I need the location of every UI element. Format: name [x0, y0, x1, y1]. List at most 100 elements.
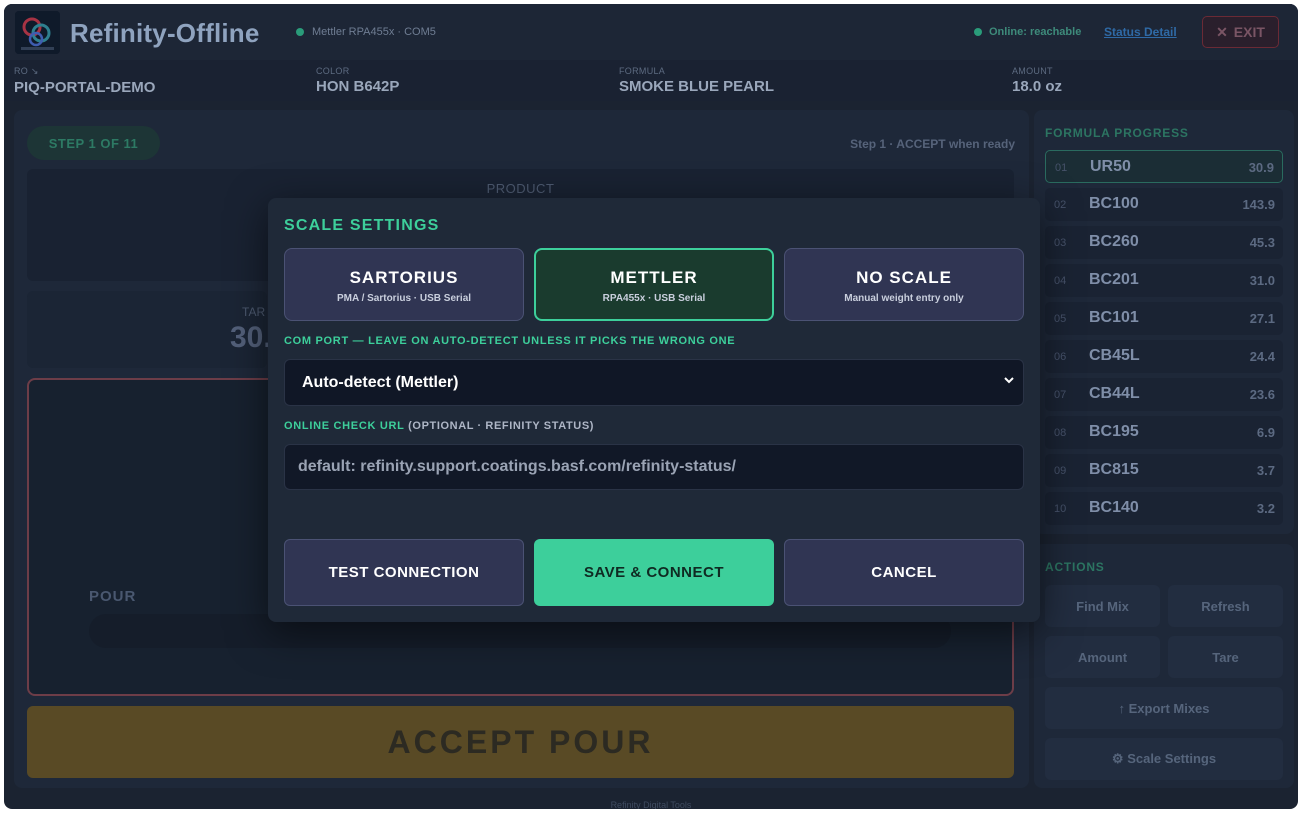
- footer-text: Refinity Digital Tools: [610, 800, 692, 809]
- formula-item[interactable]: 09 BC815 3.7: [1045, 454, 1283, 487]
- scale-option-no-scale[interactable]: NO SCALE Manual weight entry only: [784, 248, 1024, 321]
- target-value: 30.: [230, 321, 272, 354]
- formula-item-amount: 24.4: [1249, 349, 1275, 364]
- formula-item-amount: 45.3: [1249, 235, 1275, 250]
- info-amount-value: 18.0 oz: [1012, 78, 1063, 95]
- formula-item-code: BC260: [1089, 233, 1139, 250]
- formula-item-number: 03: [1054, 237, 1067, 249]
- online-check-url-optional-text: (OPTIONAL · REFINITY STATUS): [408, 420, 595, 432]
- info-color-value: HON B642P: [316, 78, 400, 95]
- target-card: TAR 30.: [27, 291, 272, 368]
- formula-item-amount: 27.1: [1249, 311, 1275, 326]
- formula-item[interactable]: 08 BC195 6.9: [1045, 416, 1283, 449]
- top-bar: Refinity-Offline Mettler RPA455x · COM5 …: [4, 4, 1298, 60]
- info-amount-label: AMOUNT: [1012, 66, 1053, 76]
- device-label: Mettler RPA455x · COM5: [312, 26, 436, 38]
- formula-item-number: 08: [1054, 427, 1067, 439]
- formula-item-number: 09: [1054, 465, 1067, 477]
- find-mix-button[interactable]: Find Mix: [1045, 585, 1160, 627]
- formula-item[interactable]: 06 CB45L 24.4: [1045, 340, 1283, 373]
- scale-option-subtitle: PMA / Sartorius · USB Serial: [336, 293, 472, 304]
- formula-item[interactable]: 07 CB44L 23.6: [1045, 378, 1283, 411]
- formula-item-code: BC195: [1089, 423, 1139, 440]
- scale-option-subtitle: RPA455x · USB Serial: [602, 293, 706, 304]
- formula-item-number: 05: [1054, 313, 1067, 325]
- cancel-button[interactable]: CANCEL: [784, 539, 1024, 606]
- info-ro-label: RO ↘: [14, 66, 39, 76]
- formula-item[interactable]: 10 BC140 3.2: [1045, 492, 1283, 525]
- target-label: TAR: [242, 305, 266, 319]
- formula-item-code: CB44L: [1089, 385, 1140, 402]
- info-formula: FORMULA SMOKE BLUE PEARL: [619, 66, 774, 95]
- status-detail-link[interactable]: Status Detail: [1104, 25, 1177, 39]
- scale-settings-button[interactable]: ⚙ Scale Settings: [1045, 738, 1283, 780]
- formula-item-amount: 31.0: [1249, 273, 1275, 288]
- formula-item-number: 10: [1054, 503, 1067, 515]
- formula-item-amount: 30.9: [1248, 160, 1274, 175]
- device-status-dot-icon: [296, 28, 304, 36]
- scale-option-name: METTLER: [610, 268, 698, 287]
- info-ro: RO ↘ PIQ-PORTAL-DEMO: [14, 66, 155, 96]
- formula-item-amount: 3.2: [1256, 501, 1275, 516]
- job-info-bar: RO ↘ PIQ-PORTAL-DEMO COLOR HON B642P FOR…: [4, 60, 1298, 101]
- formula-item-amount: 3.7: [1256, 463, 1275, 478]
- formula-item-number: 06: [1054, 351, 1067, 363]
- formula-item-code: BC100: [1089, 195, 1139, 212]
- online-check-url-placeholder: default: refinity.support.coatings.basf.…: [298, 458, 736, 475]
- tare-button[interactable]: Tare: [1168, 636, 1283, 678]
- app-title: Refinity-Offline: [70, 18, 260, 48]
- exit-button[interactable]: ✕ EXIT: [1202, 16, 1279, 48]
- formula-item-amount: 23.6: [1249, 387, 1275, 402]
- save-and-connect-button[interactable]: SAVE & CONNECT: [534, 539, 774, 606]
- export-mixes-button[interactable]: ↑ Export Mixes: [1045, 687, 1283, 729]
- formula-item[interactable]: 05 BC101 27.1: [1045, 302, 1283, 335]
- formula-item[interactable]: 01 UR50 30.9: [1045, 150, 1283, 183]
- formula-item-number: 07: [1054, 389, 1067, 401]
- actions-heading: ACTIONS: [1045, 560, 1105, 574]
- formula-item[interactable]: 02 BC100 143.9: [1045, 188, 1283, 221]
- info-color: COLOR HON B642P: [316, 66, 399, 95]
- info-amount: AMOUNT 18.0 oz: [1012, 66, 1062, 95]
- close-icon: ✕: [1216, 23, 1228, 40]
- formula-item-code: BC815: [1089, 461, 1139, 478]
- accept-pour-button[interactable]: ACCEPT POUR: [27, 706, 1014, 778]
- refresh-button[interactable]: Refresh: [1168, 585, 1283, 627]
- app-logo-icon: [15, 11, 60, 54]
- info-color-label: COLOR: [316, 66, 350, 76]
- formula-item-number: 04: [1054, 275, 1067, 287]
- formula-progress-panel: FORMULA PROGRESS 01 UR50 30.9 02 BC100 1…: [1034, 110, 1294, 534]
- formula-item-code: BC201: [1089, 271, 1139, 288]
- formula-item-code: CB45L: [1089, 347, 1140, 364]
- device-status: Mettler RPA455x · COM5: [296, 26, 436, 38]
- modal-title: SCALE SETTINGS: [284, 217, 440, 234]
- formula-item-code: BC101: [1089, 309, 1139, 326]
- product-label: PRODUCT: [486, 181, 555, 196]
- step-hint: Step 1 · ACCEPT when ready: [850, 137, 1015, 151]
- scale-option-subtitle: Manual weight entry only: [844, 293, 964, 304]
- formula-item[interactable]: 04 BC201 31.0: [1045, 264, 1283, 297]
- pour-label: POUR: [89, 588, 137, 605]
- chevron-down-icon: [1004, 375, 1014, 387]
- actions-panel: ACTIONS Find Mix Refresh Amount Tare ↑ E…: [1034, 544, 1294, 788]
- test-connection-button[interactable]: TEST CONNECTION: [284, 539, 524, 606]
- scale-option-name: NO SCALE: [856, 268, 952, 287]
- amount-button[interactable]: Amount: [1045, 636, 1160, 678]
- online-check-url-input[interactable]: default: refinity.support.coatings.basf.…: [284, 444, 1024, 490]
- formula-item-number: 02: [1054, 199, 1067, 211]
- online-check-url-label: ONLINE CHECK URL (OPTIONAL · REFINITY ST…: [284, 420, 594, 432]
- com-port-label: COM PORT — LEAVE ON AUTO-DETECT UNLESS I…: [284, 335, 736, 347]
- formula-item-code: UR50: [1090, 158, 1131, 175]
- formula-item-code: BC140: [1089, 499, 1139, 516]
- step-badge: STEP 1 OF 11: [27, 126, 160, 160]
- info-formula-value: SMOKE BLUE PEARL: [619, 78, 775, 95]
- online-status-dot-icon: [974, 28, 982, 36]
- formula-progress-heading: FORMULA PROGRESS: [1045, 126, 1189, 140]
- formula-item-amount: 6.9: [1256, 425, 1275, 440]
- formula-item[interactable]: 03 BC260 45.3: [1045, 226, 1283, 259]
- com-port-select[interactable]: Auto-detect (Mettler): [284, 359, 1024, 406]
- info-formula-label: FORMULA: [619, 66, 666, 76]
- scale-option-mettler[interactable]: METTLER RPA455x · USB Serial: [534, 248, 774, 321]
- com-port-value: Auto-detect (Mettler): [302, 373, 459, 391]
- scale-option-sartorius[interactable]: SARTORIUS PMA / Sartorius · USB Serial: [284, 248, 524, 321]
- online-status: Online: reachable: [974, 26, 1081, 38]
